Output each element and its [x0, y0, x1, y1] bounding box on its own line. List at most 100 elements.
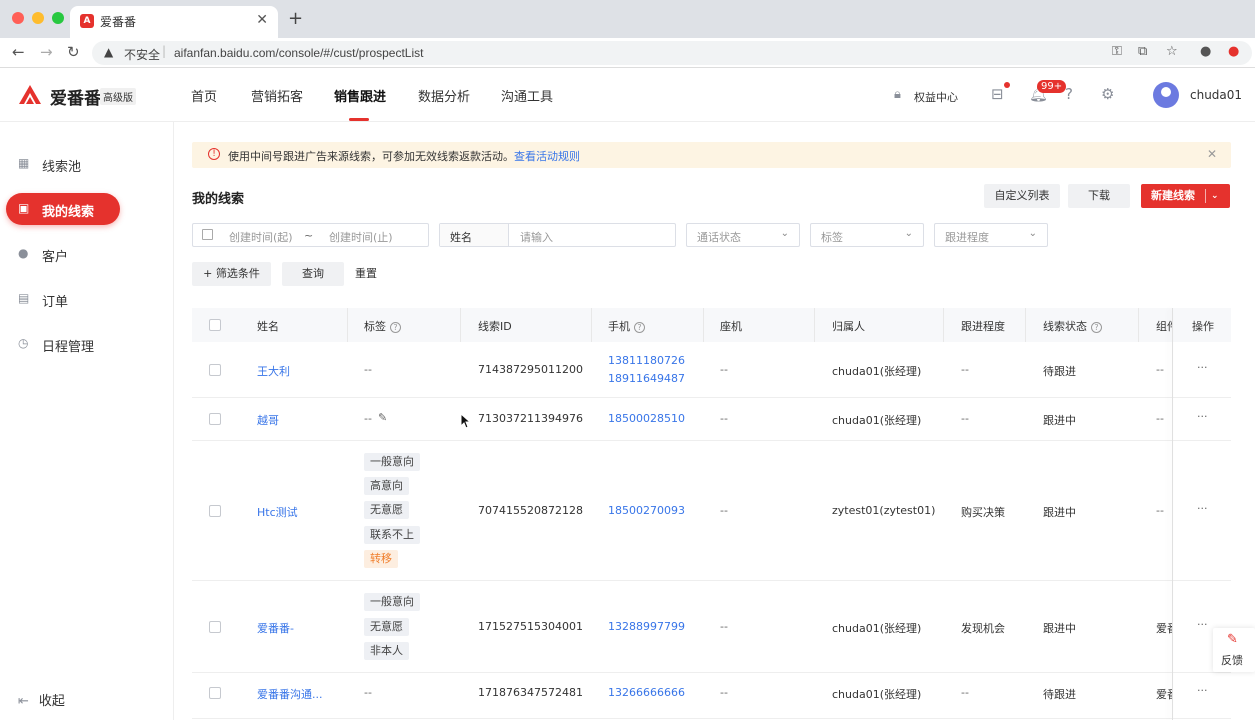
- topnav-communication[interactable]: 沟通工具: [501, 86, 553, 105]
- more-actions-icon[interactable]: ···: [1197, 410, 1208, 423]
- tag-select[interactable]: 标签 ⌄: [810, 223, 924, 247]
- translate-icon[interactable]: ⧉: [1138, 44, 1147, 59]
- row-checkbox[interactable]: [209, 621, 221, 633]
- more-actions-icon[interactable]: ···: [1197, 502, 1208, 515]
- aifanfan-logo-icon[interactable]: [17, 82, 43, 106]
- custom-list-button[interactable]: 自定义列表: [984, 184, 1060, 208]
- select-all-checkbox[interactable]: [209, 319, 221, 331]
- chevron-down-icon: ⌄: [780, 228, 789, 239]
- benefit-center-link[interactable]: 权益中心: [914, 89, 958, 105]
- tab-close-icon[interactable]: ✕: [256, 12, 268, 28]
- phone-link[interactable]: 13811180726: [608, 354, 685, 367]
- rules-link[interactable]: 查看活动规则: [514, 150, 580, 163]
- new-lead-button[interactable]: 新建线索 ⌄: [1141, 184, 1230, 208]
- row-checkbox[interactable]: [209, 413, 221, 425]
- more-actions-icon[interactable]: ···: [1197, 684, 1208, 697]
- component: --: [1156, 363, 1164, 376]
- close-window-button[interactable]: [12, 12, 24, 24]
- table-row[interactable]: 爱番番- 一般意向 无意愿 非本人 171527515304001 132889…: [192, 581, 1231, 673]
- edit-icon[interactable]: ✎: [378, 411, 387, 424]
- lead-tag: 转移: [364, 550, 398, 568]
- grid-icon: ▦: [18, 156, 30, 170]
- table-row[interactable]: 王大利 -- 714387295011200 13811180726 18911…: [192, 342, 1231, 398]
- topnav-analytics[interactable]: 数据分析: [418, 86, 470, 105]
- column-header-owner: 归属人: [832, 320, 865, 333]
- row-checkbox[interactable]: [209, 687, 221, 699]
- phone-link[interactable]: 18500028510: [608, 412, 685, 425]
- column-header-phone: 手机?: [608, 318, 645, 334]
- row-checkbox[interactable]: [209, 364, 221, 376]
- component: --: [1156, 504, 1164, 517]
- sidebar-item-my-leads[interactable]: ▣ 我的线索: [6, 193, 120, 225]
- lead-name-link[interactable]: 越哥: [257, 412, 279, 428]
- key-icon[interactable]: ⚿: [1112, 44, 1122, 59]
- chevron-down-icon[interactable]: ⌄: [1211, 184, 1219, 208]
- landline: --: [720, 504, 728, 517]
- column-divider: [943, 308, 944, 342]
- landline: --: [720, 620, 728, 633]
- collapse-sidebar-button[interactable]: ⇤ 收起: [18, 690, 65, 709]
- feedback-button[interactable]: ✎ 反馈: [1213, 628, 1255, 672]
- row-checkbox[interactable]: [209, 505, 221, 517]
- more-actions-icon[interactable]: ···: [1197, 618, 1208, 631]
- reset-button[interactable]: 重置: [355, 262, 377, 286]
- mouse-cursor-icon: [460, 413, 470, 429]
- back-icon[interactable]: ←: [12, 43, 25, 61]
- table-row[interactable]: Htc测试 一般意向 高意向 无意愿 联系不上 转移 7074155208721…: [192, 441, 1231, 581]
- reload-icon[interactable]: ↻: [67, 43, 80, 61]
- new-tab-icon[interactable]: +: [288, 8, 303, 29]
- phone-link[interactable]: 18911649487: [608, 372, 685, 385]
- download-button[interactable]: 下载: [1068, 184, 1130, 208]
- sidebar-item-schedule[interactable]: ◷ 日程管理: [6, 328, 120, 360]
- profile-icon[interactable]: ●: [1200, 44, 1211, 59]
- browser-tab[interactable]: A 爱番番 ✕: [70, 6, 278, 38]
- table-row[interactable]: 越哥 -- ✎ 713037211394976 18500028510 -- c…: [192, 398, 1231, 441]
- topnav-marketing[interactable]: 营销拓客: [251, 86, 303, 105]
- close-icon[interactable]: ✕: [1207, 147, 1217, 161]
- settings-icon[interactable]: ⚙: [1101, 85, 1114, 103]
- avatar[interactable]: [1153, 82, 1179, 108]
- call-status-select[interactable]: 通话状态 ⌄: [686, 223, 800, 247]
- lead-status: 跟进中: [1043, 506, 1076, 519]
- lead-name-link[interactable]: 王大利: [257, 363, 290, 379]
- lead-tag: 一般意向: [364, 453, 420, 471]
- sidebar-item-lead-pool[interactable]: ▦ 线索池: [6, 148, 120, 180]
- tab-title: 爱番番: [100, 15, 137, 29]
- maximize-window-button[interactable]: [52, 12, 64, 24]
- extension-icon[interactable]: ●: [1228, 44, 1239, 59]
- column-header-landline: 座机: [720, 320, 742, 333]
- lead-name-link[interactable]: 爱番番沟通...: [257, 686, 323, 702]
- follow-progress-select[interactable]: 跟进程度 ⌄: [934, 223, 1048, 247]
- topnav-sales-follow[interactable]: 销售跟进: [334, 86, 386, 105]
- forward-icon[interactable]: →: [40, 43, 53, 61]
- sidebar-item-customer[interactable]: ● 客户: [6, 238, 120, 270]
- created-date-range[interactable]: 创建时间(起) ~ 创建时间(止): [192, 223, 429, 247]
- star-icon[interactable]: ☆: [1166, 44, 1178, 59]
- sidebar-item-order[interactable]: ▤ 订单: [6, 283, 120, 315]
- name-search-input[interactable]: 请输入: [520, 229, 553, 245]
- lead-status: 跟进中: [1043, 622, 1076, 635]
- column-divider: [1138, 308, 1139, 342]
- minimize-window-button[interactable]: [32, 12, 44, 24]
- table-row[interactable]: 爱番番沟通... -- 171876347572481 13266666666 …: [192, 673, 1231, 719]
- lead-name-link[interactable]: Htc测试: [257, 504, 298, 520]
- landline: --: [720, 686, 728, 699]
- edition-badge: 高级版: [100, 88, 136, 105]
- phone-link[interactable]: 13266666666: [608, 686, 685, 699]
- add-condition-button[interactable]: + 筛选条件: [192, 262, 271, 286]
- component: 爱番: [1156, 688, 1172, 701]
- phone-link[interactable]: 18500270093: [608, 504, 685, 517]
- phone-link[interactable]: 13288997799: [608, 620, 685, 633]
- url-input[interactable]: ▲ 不安全 | aifanfan.baidu.com/console/#/cus…: [92, 41, 1252, 65]
- column-header-progress: 跟进程度: [961, 320, 1005, 333]
- task-icon[interactable]: ⊟: [991, 85, 1004, 103]
- topnav-home[interactable]: 首页: [191, 86, 217, 105]
- lead-name-link[interactable]: 爱番番-: [257, 620, 294, 636]
- help-icon[interactable]: ?: [1065, 85, 1073, 103]
- url-text: aifanfan.baidu.com/console/#/cust/prospe…: [174, 46, 424, 60]
- security-label: 不安全: [124, 48, 161, 62]
- query-button[interactable]: 查询: [282, 262, 344, 286]
- lead-id: 171527515304001: [478, 620, 583, 633]
- username[interactable]: chuda01: [1190, 88, 1242, 102]
- more-actions-icon[interactable]: ···: [1197, 361, 1208, 374]
